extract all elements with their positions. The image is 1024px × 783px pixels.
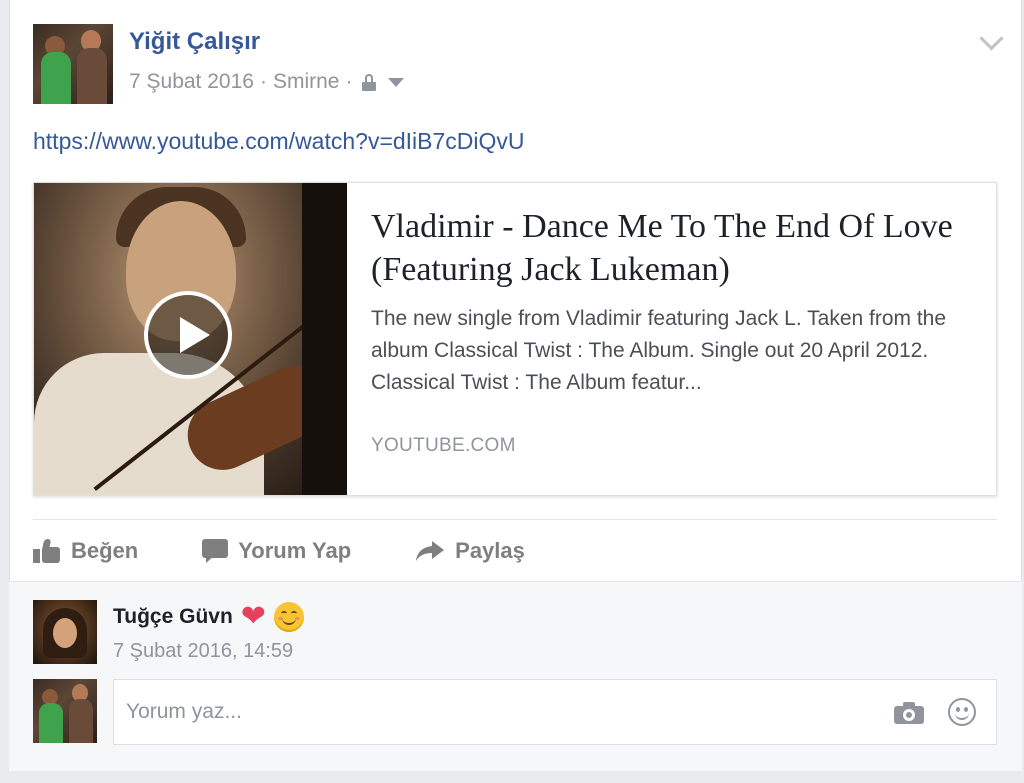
like-icon — [33, 539, 61, 563]
comment-composer[interactable] — [113, 679, 997, 745]
like-button[interactable]: Beğen — [33, 538, 138, 564]
video-thumbnail[interactable] — [34, 183, 347, 495]
smiling-face-icon — [273, 602, 304, 632]
comment-input[interactable] — [114, 680, 898, 744]
share-button[interactable]: Paylaş — [415, 538, 525, 564]
link-preview[interactable]: Vladimir - Dance Me To The End Of Love (… — [33, 182, 997, 496]
comment-icon — [202, 539, 229, 563]
lock-icon[interactable] — [362, 73, 377, 91]
camera-icon[interactable] — [894, 702, 924, 724]
divider — [33, 519, 997, 520]
viewer-avatar[interactable] — [33, 679, 97, 743]
share-arrow-icon — [415, 539, 445, 563]
commenter-name[interactable]: Tuğçe Güvn — [113, 605, 233, 629]
heart-icon: ❤ — [240, 600, 266, 633]
author-avatar[interactable] — [33, 24, 113, 104]
comment-label: Yorum Yap — [238, 538, 352, 563]
post-date[interactable]: 7 Şubat 2016 — [129, 70, 254, 94]
chevron-down-icon[interactable] — [979, 26, 1004, 51]
preview-description: The new single from Vladimir featuring J… — [371, 307, 947, 394]
comment-timestamp[interactable]: 7 Şubat 2016, 14:59 — [113, 640, 293, 663]
meta-separator: · — [345, 70, 353, 93]
preview-title[interactable]: Vladimir - Dance Me To The End Of Love (… — [371, 205, 972, 291]
post-location[interactable]: Smirne — [273, 70, 340, 94]
comment-button[interactable]: Yorum Yap — [202, 538, 351, 564]
comment-header: Tuğçe Güvn ❤ — [113, 602, 304, 632]
play-icon[interactable] — [144, 291, 232, 379]
meta-separator: · — [259, 70, 267, 93]
like-label: Beğen — [71, 538, 139, 563]
post-link[interactable]: https://www.youtube.com/watch?v=dIiB7cDi… — [33, 128, 525, 155]
post-content: Yiğit Çalışır 7 Şubat 2016 · Smirne · ht… — [9, 0, 1022, 581]
preview-text: Vladimir - Dance Me To The End Of Love (… — [347, 183, 996, 495]
post-meta: 7 Şubat 2016 · Smirne · — [129, 70, 405, 94]
share-label: Paylaş — [455, 538, 525, 563]
action-bar: Beğen Yorum Yap Paylaş — [33, 534, 589, 568]
emoji-icon[interactable] — [948, 698, 976, 726]
commenter-avatar[interactable] — [33, 600, 97, 664]
preview-domain: YOUTUBE.COM — [371, 435, 516, 456]
comments-section: Tuğçe Güvn ❤ 7 Şubat 2016, 14:59 — [9, 581, 1022, 771]
author-name[interactable]: Yiğit Çalışır — [129, 28, 260, 56]
caret-down-icon[interactable] — [388, 77, 405, 87]
